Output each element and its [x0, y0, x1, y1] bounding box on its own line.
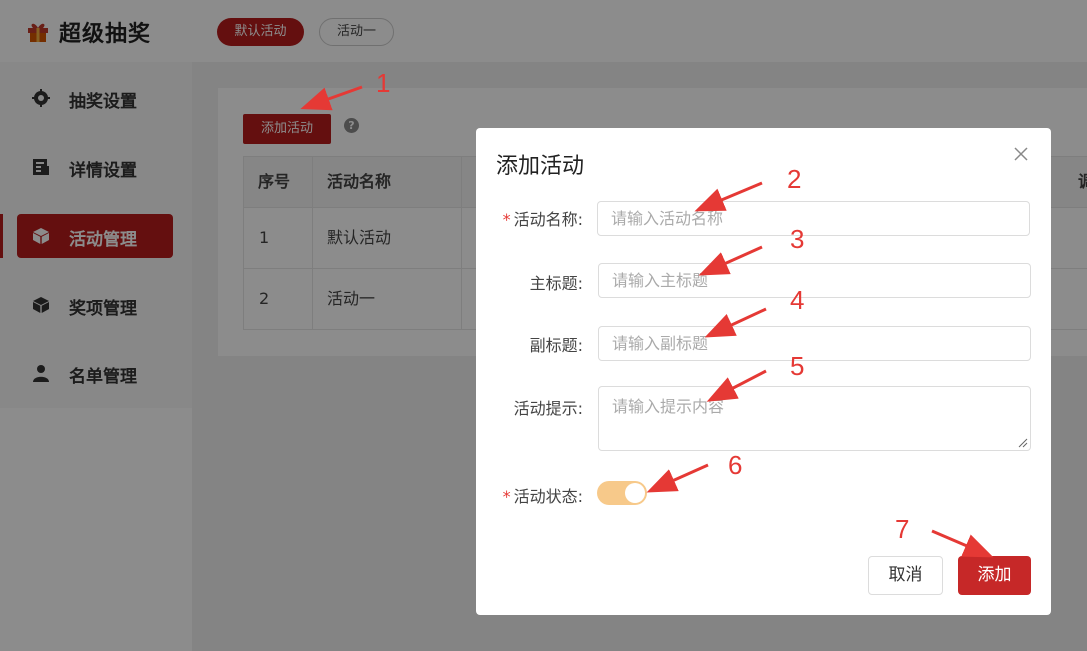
dialog-title: 添加活动 — [496, 154, 585, 179]
subtitle-label: 副标题: — [529, 336, 583, 355]
toggle-knob — [625, 483, 645, 503]
tip-label: 活动提示: — [513, 399, 583, 418]
cancel-button[interactable]: 取消 — [868, 556, 943, 595]
activity-name-label: * 活动名称: — [502, 210, 583, 229]
submit-button[interactable]: 添加 — [958, 556, 1031, 595]
annotation-number-5: 5 — [790, 351, 805, 381]
subtitle-input[interactable]: 请输入副标题 — [598, 326, 1031, 361]
required-mark: * — [502, 487, 511, 506]
status-toggle[interactable] — [597, 481, 647, 505]
main-title-input[interactable]: 请输入主标题 — [598, 263, 1031, 298]
status-label: * 活动状态: — [502, 487, 583, 506]
annotation-number-6: 6 — [728, 450, 743, 480]
annotation-number-3: 3 — [790, 224, 805, 254]
tip-textarea[interactable]: 请输入提示内容 — [598, 386, 1031, 451]
annotation-number-2: 2 — [787, 164, 802, 194]
activity-name-input[interactable]: 请输入活动名称 — [597, 201, 1030, 236]
close-icon[interactable] — [1013, 146, 1029, 162]
required-mark: * — [502, 210, 511, 229]
annotation-number-4: 4 — [790, 285, 805, 315]
annotation-number-7: 7 — [895, 514, 910, 544]
main-title-label: 主标题: — [529, 274, 583, 293]
annotation-number-1: 1 — [376, 68, 391, 98]
tip-placeholder: 请输入提示内容 — [612, 397, 725, 416]
resize-handle-icon[interactable] — [1018, 438, 1028, 448]
add-activity-dialog: 添加活动 * 活动名称: 请输入活动名称 主标题: 请输入主标题 副标题: 请输入… — [476, 128, 1051, 615]
